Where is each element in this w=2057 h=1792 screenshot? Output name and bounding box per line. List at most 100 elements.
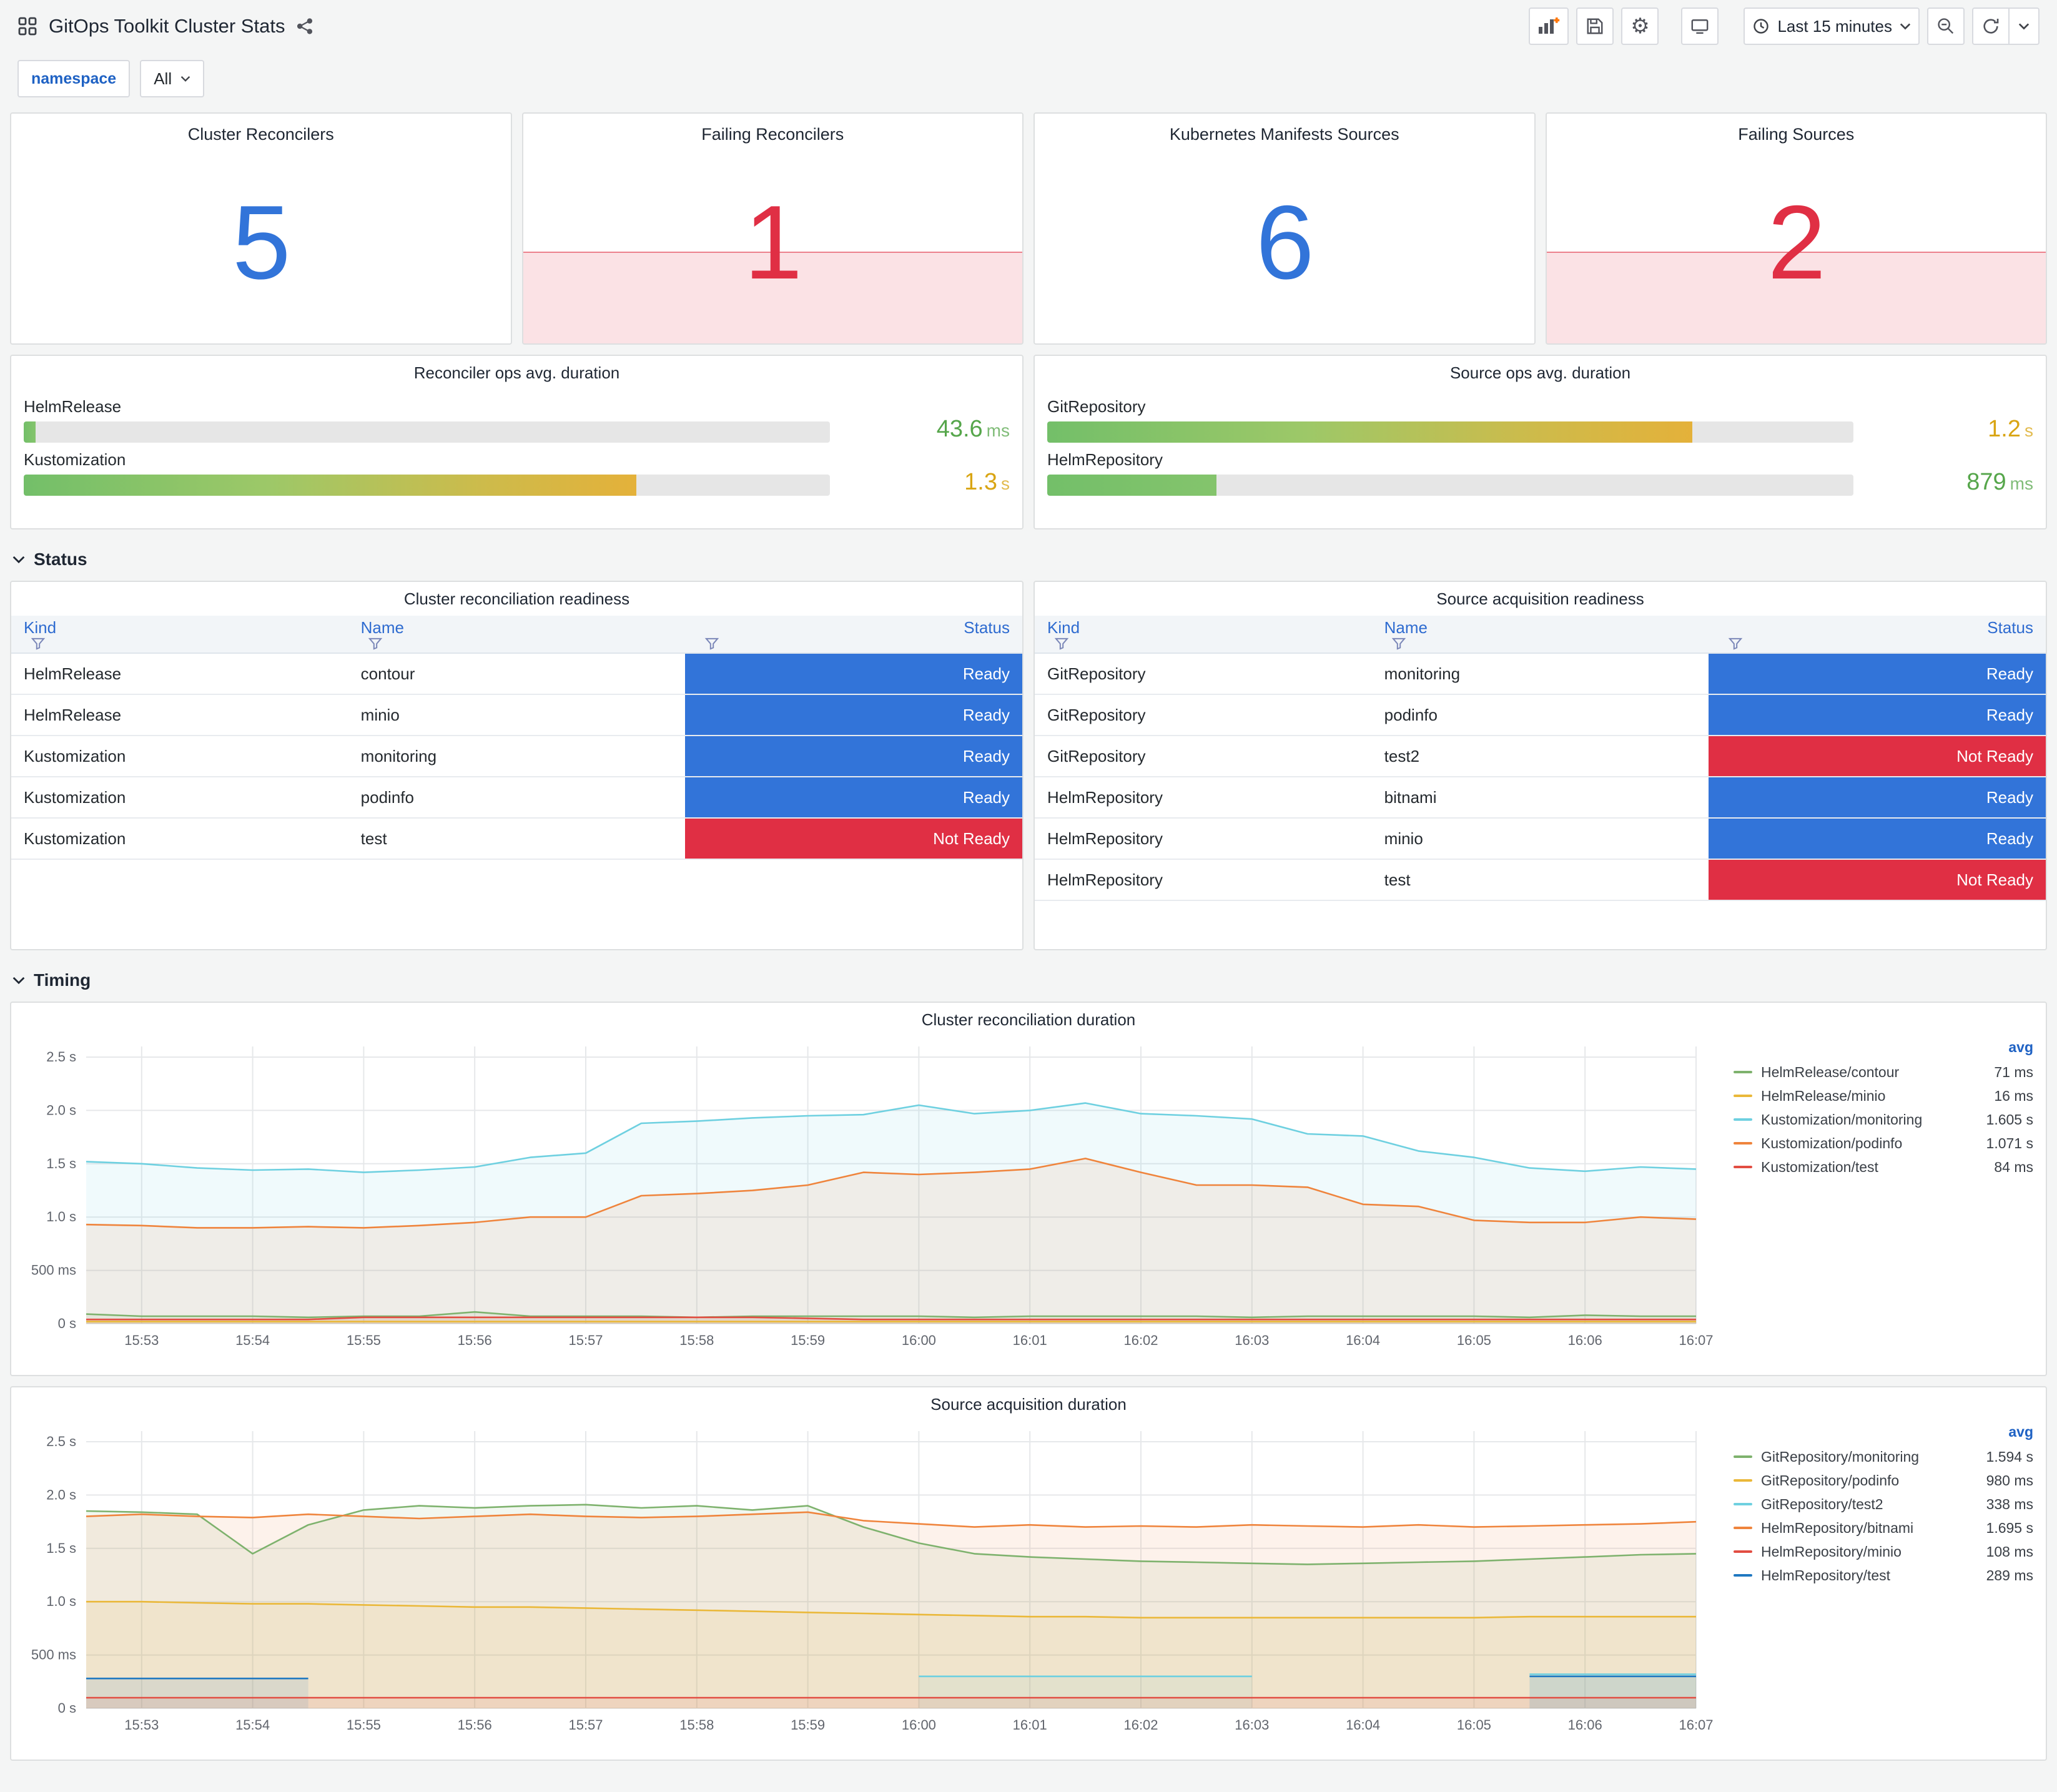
column-header-kind[interactable]: Kind bbox=[1035, 616, 1372, 654]
column-header-status[interactable]: Status bbox=[685, 616, 1022, 654]
share-icon[interactable] bbox=[296, 17, 313, 35]
panel-title[interactable]: Source acquisition readiness bbox=[1035, 582, 2046, 616]
legend-item[interactable]: GitRepository/podinfo 980 ms bbox=[1734, 1469, 2033, 1492]
bargauge-panel: Reconciler ops avg. duration HelmRelease 4… bbox=[10, 355, 1024, 529]
stat-panel-title[interactable]: Failing Reconcilers bbox=[523, 125, 1023, 144]
legend-item[interactable]: HelmRelease/contour 71 ms bbox=[1734, 1060, 2033, 1084]
add-panel-button[interactable] bbox=[1529, 7, 1569, 45]
stat-panel-title[interactable]: Failing Sources bbox=[1547, 125, 2046, 144]
gauge-track bbox=[24, 421, 830, 443]
status-badge: Ready bbox=[685, 695, 1022, 735]
legend-item[interactable]: Kustomization/test 84 ms bbox=[1734, 1155, 2033, 1179]
timeseries-plot[interactable]: 0 s 500 ms 1.0 s 1.5 s 2.0 s 2.5 s 15:53 15:54 1… bbox=[21, 1421, 1714, 1738]
svg-text:500 ms: 500 ms bbox=[31, 1263, 76, 1278]
cycle-view-mode-button[interactable] bbox=[1681, 7, 1719, 45]
status-badge: Ready bbox=[685, 736, 1022, 776]
save-dashboard-button[interactable] bbox=[1576, 7, 1614, 45]
readiness-table-panel: Cluster reconciliation readiness Kind Name… bbox=[10, 581, 1024, 950]
panel-title[interactable]: Source acquisition duration bbox=[21, 1387, 2036, 1421]
timeseries-plot[interactable]: 0 s 500 ms 1.0 s 1.5 s 2.0 s 2.5 s 15:53 15:54 1… bbox=[21, 1036, 1714, 1354]
cell-kind: GitRepository bbox=[1035, 653, 1372, 695]
column-header-name[interactable]: Name bbox=[348, 616, 686, 654]
filter-funnel-icon[interactable] bbox=[1391, 638, 1406, 650]
time-range-label: Last 15 minutes bbox=[1777, 16, 1892, 36]
gauge-row: HelmRelease 43.6 ms bbox=[24, 397, 1010, 443]
refresh-button[interactable] bbox=[1972, 7, 2010, 45]
readiness-table: Kind Name Status GitRepository monitoring Rea… bbox=[1035, 616, 2046, 901]
zoom-out-button[interactable] bbox=[1927, 7, 1965, 45]
legend-item[interactable]: Kustomization/podinfo 1.071 s bbox=[1734, 1131, 2033, 1155]
legend-item[interactable]: HelmRepository/minio 108 ms bbox=[1734, 1540, 2033, 1563]
status-badge: Not Ready bbox=[685, 819, 1022, 859]
gauge-track bbox=[1047, 475, 1853, 496]
gauge-bar bbox=[1047, 421, 1692, 443]
gauge-value-unit: ms bbox=[2010, 474, 2033, 493]
stat-panel-title[interactable]: Kubernetes Manifests Sources bbox=[1035, 125, 1534, 144]
dashboard-grid-icon[interactable] bbox=[17, 16, 37, 36]
gauge-label: Kustomization bbox=[24, 450, 126, 469]
chart-plot-area[interactable]: 0 s 500 ms 1.0 s 1.5 s 2.0 s 2.5 s 15:53 15:54 1… bbox=[21, 1421, 1724, 1738]
section-status[interactable]: Status bbox=[10, 539, 2047, 581]
stat-panels-row: Cluster Reconcilers 5 Failing Reconcilers 1… bbox=[10, 112, 2047, 345]
stat-panel-title[interactable]: Cluster Reconcilers bbox=[11, 125, 511, 144]
gauge-panels-row: Reconciler ops avg. duration HelmRelease 4… bbox=[10, 355, 2047, 529]
panel-title[interactable]: Reconciler ops avg. duration bbox=[24, 356, 1010, 390]
filter-funnel-icon[interactable] bbox=[31, 638, 46, 650]
filter-funnel-icon[interactable] bbox=[705, 638, 719, 650]
svg-text:2.5 s: 2.5 s bbox=[46, 1049, 76, 1065]
cell-status: Not Ready bbox=[1709, 736, 2046, 777]
legend-series-name: GitRepository/podinfo bbox=[1761, 1472, 1900, 1489]
filter-funnel-icon[interactable] bbox=[1729, 638, 1743, 650]
chevron-down-icon bbox=[1900, 22, 1911, 30]
gauge-value-number: 1.2 bbox=[1988, 416, 2021, 442]
variable-namespace-value: All bbox=[154, 69, 172, 88]
panel-title[interactable]: Source ops avg. duration bbox=[1047, 356, 2033, 390]
svg-text:15:57: 15:57 bbox=[568, 1717, 603, 1733]
chart-plot-area[interactable]: 0 s 500 ms 1.0 s 1.5 s 2.0 s 2.5 s 15:53 15:54 1… bbox=[21, 1036, 1724, 1354]
variable-namespace-select[interactable]: All bbox=[140, 60, 205, 97]
svg-text:15:53: 15:53 bbox=[124, 1717, 159, 1733]
stat-value: 2 bbox=[1767, 184, 1826, 302]
cell-name: podinfo bbox=[1371, 694, 1709, 736]
legend-item[interactable]: HelmRelease/minio 16 ms bbox=[1734, 1084, 2033, 1108]
time-range-picker[interactable]: Last 15 minutes bbox=[1744, 7, 1920, 45]
chevron-down-icon bbox=[180, 76, 190, 82]
legend-item[interactable]: Kustomization/monitoring 1.605 s bbox=[1734, 1108, 2033, 1131]
panel-title[interactable]: Cluster reconciliation duration bbox=[21, 1003, 2036, 1036]
status-badge: Ready bbox=[685, 777, 1022, 817]
column-header-status[interactable]: Status bbox=[1709, 616, 2046, 654]
legend-series-avg: 1.071 s bbox=[1986, 1135, 2033, 1151]
legend-item[interactable]: HelmRepository/bitnami 1.695 s bbox=[1734, 1516, 2033, 1540]
panel-title[interactable]: Cluster reconciliation readiness bbox=[11, 582, 1022, 616]
filter-funnel-icon[interactable] bbox=[368, 638, 382, 650]
svg-text:16:00: 16:00 bbox=[902, 1332, 936, 1348]
cell-status: Ready bbox=[685, 736, 1022, 777]
chevron-down-icon bbox=[12, 556, 25, 564]
gauge-row: GitRepository 1.2 s bbox=[1047, 397, 2033, 443]
cell-kind: Kustomization bbox=[11, 818, 348, 860]
svg-text:15:55: 15:55 bbox=[347, 1717, 381, 1733]
column-header-kind[interactable]: Kind bbox=[11, 616, 348, 654]
cell-name: monitoring bbox=[348, 736, 686, 777]
legend-color-dash-icon bbox=[1734, 1503, 1752, 1505]
chevron-down-icon bbox=[2018, 22, 2030, 30]
cell-status: Ready bbox=[685, 694, 1022, 736]
column-header-name[interactable]: Name bbox=[1371, 616, 1709, 654]
status-badge: Ready bbox=[685, 654, 1022, 694]
section-timing[interactable]: Timing bbox=[10, 960, 2047, 1002]
dashboard-settings-button[interactable]: ⚙ bbox=[1621, 7, 1659, 45]
timeseries-panel: Source acquisition duration 0 s 500 ms 1.0 … bbox=[10, 1386, 2047, 1761]
gauge-value-unit: s bbox=[1001, 474, 1010, 493]
refresh-interval-dropdown[interactable] bbox=[2010, 7, 2040, 45]
svg-text:16:04: 16:04 bbox=[1346, 1332, 1380, 1348]
legend-item[interactable]: GitRepository/test2 338 ms bbox=[1734, 1492, 2033, 1516]
status-badge: Ready bbox=[1709, 777, 2046, 817]
stat-value: 1 bbox=[744, 184, 802, 302]
svg-text:1.0 s: 1.0 s bbox=[46, 1593, 76, 1609]
gauge-row: HelmRepository 879 ms bbox=[1047, 450, 2033, 496]
stat-panel: Failing Sources 2 bbox=[1545, 112, 2047, 345]
timeseries-panel: Cluster reconciliation duration 0 s 500 ms… bbox=[10, 1002, 2047, 1376]
legend-item[interactable]: HelmRepository/test 289 ms bbox=[1734, 1563, 2033, 1587]
filter-funnel-icon[interactable] bbox=[1054, 638, 1069, 650]
legend-item[interactable]: GitRepository/monitoring 1.594 s bbox=[1734, 1445, 2033, 1469]
